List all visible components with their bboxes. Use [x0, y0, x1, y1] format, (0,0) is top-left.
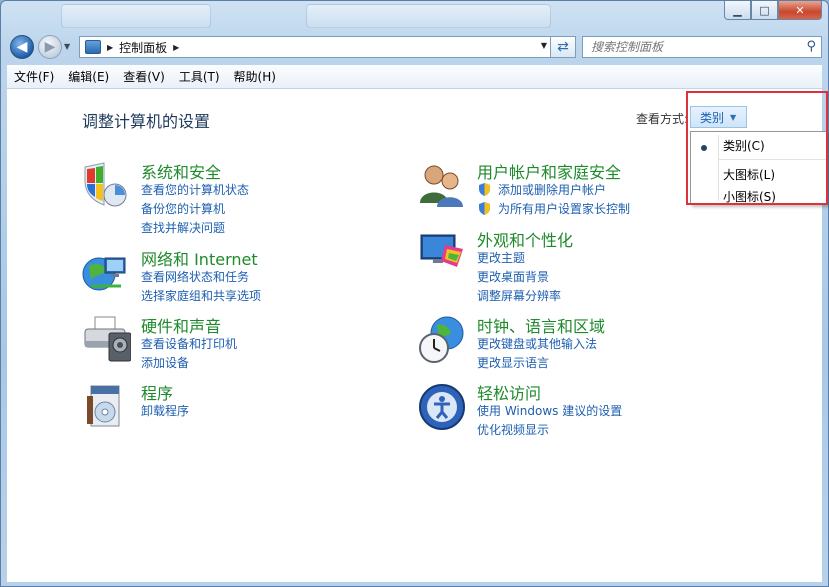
link-uninstall-program[interactable]: 卸载程序 [141, 402, 189, 419]
menu-tools[interactable]: 工具(T) [172, 68, 227, 85]
appearance-icon [420, 234, 463, 267]
link-change-desktop-background[interactable]: 更改桌面背景 [477, 268, 549, 285]
ease-of-access-icon [419, 384, 465, 430]
close-button[interactable]: ✕ [778, 1, 822, 20]
menu-view[interactable]: 查看(V) [116, 68, 172, 85]
window-controls: ▁ □ ✕ [724, 1, 822, 21]
menu-file[interactable]: 文件(F) [7, 68, 61, 85]
background-window-ghost [61, 4, 211, 28]
link-add-device[interactable]: 添加设备 [141, 354, 189, 371]
link-change-keyboard[interactable]: 更改键盘或其他输入法 [477, 335, 597, 352]
category-title[interactable]: 系统和安全 [141, 159, 221, 183]
uac-shield-icon [479, 202, 490, 215]
forward-button[interactable]: ▶ [38, 35, 62, 59]
annotation-highlight-box [686, 91, 828, 205]
search-box[interactable]: ⚲ [582, 36, 822, 58]
address-dropdown-icon[interactable]: ▼ [541, 41, 547, 50]
recent-pages-dropdown-icon[interactable]: ▼ [64, 42, 70, 51]
link-homegroup-sharing[interactable]: 选择家庭组和共享选项 [141, 287, 261, 304]
search-icon[interactable]: ⚲ [806, 39, 816, 54]
users-icon [420, 165, 463, 207]
control-panel-icon [85, 40, 101, 54]
uac-shield-icon [479, 183, 490, 196]
navigation-bar: ◀ ▶ ▼ ▶ 控制面板 ▶ ▼ ⇄ ⚲ [7, 31, 822, 63]
menu-bar: 文件(F) 编辑(E) 查看(V) 工具(T) 帮助(H) [7, 65, 822, 89]
address-bar[interactable]: ▶ 控制面板 ▶ ▼ [79, 36, 552, 58]
maximize-button[interactable]: □ [751, 1, 778, 20]
breadcrumb-separator-icon[interactable]: ▶ [173, 43, 179, 52]
globe-network-icon [82, 257, 126, 291]
minimize-button[interactable]: ▁ [724, 1, 751, 20]
view-by-label: 查看方式: [636, 112, 689, 126]
title-bar[interactable]: ▁ □ ✕ [1, 1, 828, 31]
menu-edit[interactable]: 编辑(E) [61, 68, 116, 85]
shield-icon [84, 162, 127, 207]
printer-icon [84, 316, 131, 362]
forward-arrow-icon: ▶ [44, 39, 56, 55]
link-view-computer-status[interactable]: 查看您的计算机状态 [141, 181, 249, 198]
category-title[interactable]: 外观和个性化 [477, 227, 573, 251]
category-title[interactable]: 硬件和声音 [141, 313, 221, 337]
link-troubleshoot[interactable]: 查找并解决问题 [141, 219, 225, 236]
link-view-network-status[interactable]: 查看网络状态和任务 [141, 268, 249, 285]
link-add-remove-accounts[interactable]: 添加或删除用户帐户 [498, 181, 606, 198]
category-title[interactable]: 网络和 Internet [141, 246, 258, 270]
clock-globe-icon [419, 316, 464, 363]
link-parental-controls[interactable]: 为所有用户设置家长控制 [498, 200, 630, 217]
link-change-display-language[interactable]: 更改显示语言 [477, 354, 549, 371]
page-title: 调整计算机的设置 [82, 112, 211, 131]
breadcrumb-control-panel[interactable]: 控制面板 [119, 39, 167, 56]
background-window-ghost [306, 4, 551, 28]
link-adjust-resolution[interactable]: 调整屏幕分辨率 [477, 287, 561, 304]
link-windows-recommended-settings[interactable]: 使用 Windows 建议的设置 [477, 402, 622, 419]
back-button[interactable]: ◀ [10, 35, 34, 59]
link-change-theme[interactable]: 更改主题 [477, 249, 525, 266]
refresh-button[interactable]: ⇄ [550, 36, 576, 58]
category-title[interactable]: 程序 [141, 380, 173, 404]
link-devices-printers[interactable]: 查看设备和打印机 [141, 335, 237, 352]
category-title[interactable]: 轻松访问 [477, 380, 541, 404]
link-optimize-video-display[interactable]: 优化视频显示 [477, 421, 549, 438]
category-title[interactable]: 时钟、语言和区域 [477, 313, 605, 337]
breadcrumb-separator-icon[interactable]: ▶ [107, 43, 113, 52]
programs-icon [87, 385, 120, 427]
link-backup-computer[interactable]: 备份您的计算机 [141, 200, 225, 217]
category-title[interactable]: 用户帐户和家庭安全 [477, 159, 621, 183]
search-input[interactable] [583, 37, 793, 57]
back-arrow-icon: ◀ [16, 39, 28, 55]
refresh-icon: ⇄ [557, 39, 569, 55]
window-frame: ▁ □ ✕ ◀ ▶ ▼ ▶ 控制面板 ▶ ▼ ⇄ ⚲ 文件(F) 编辑(E) 查… [0, 0, 829, 587]
menu-help[interactable]: 帮助(H) [227, 68, 283, 85]
